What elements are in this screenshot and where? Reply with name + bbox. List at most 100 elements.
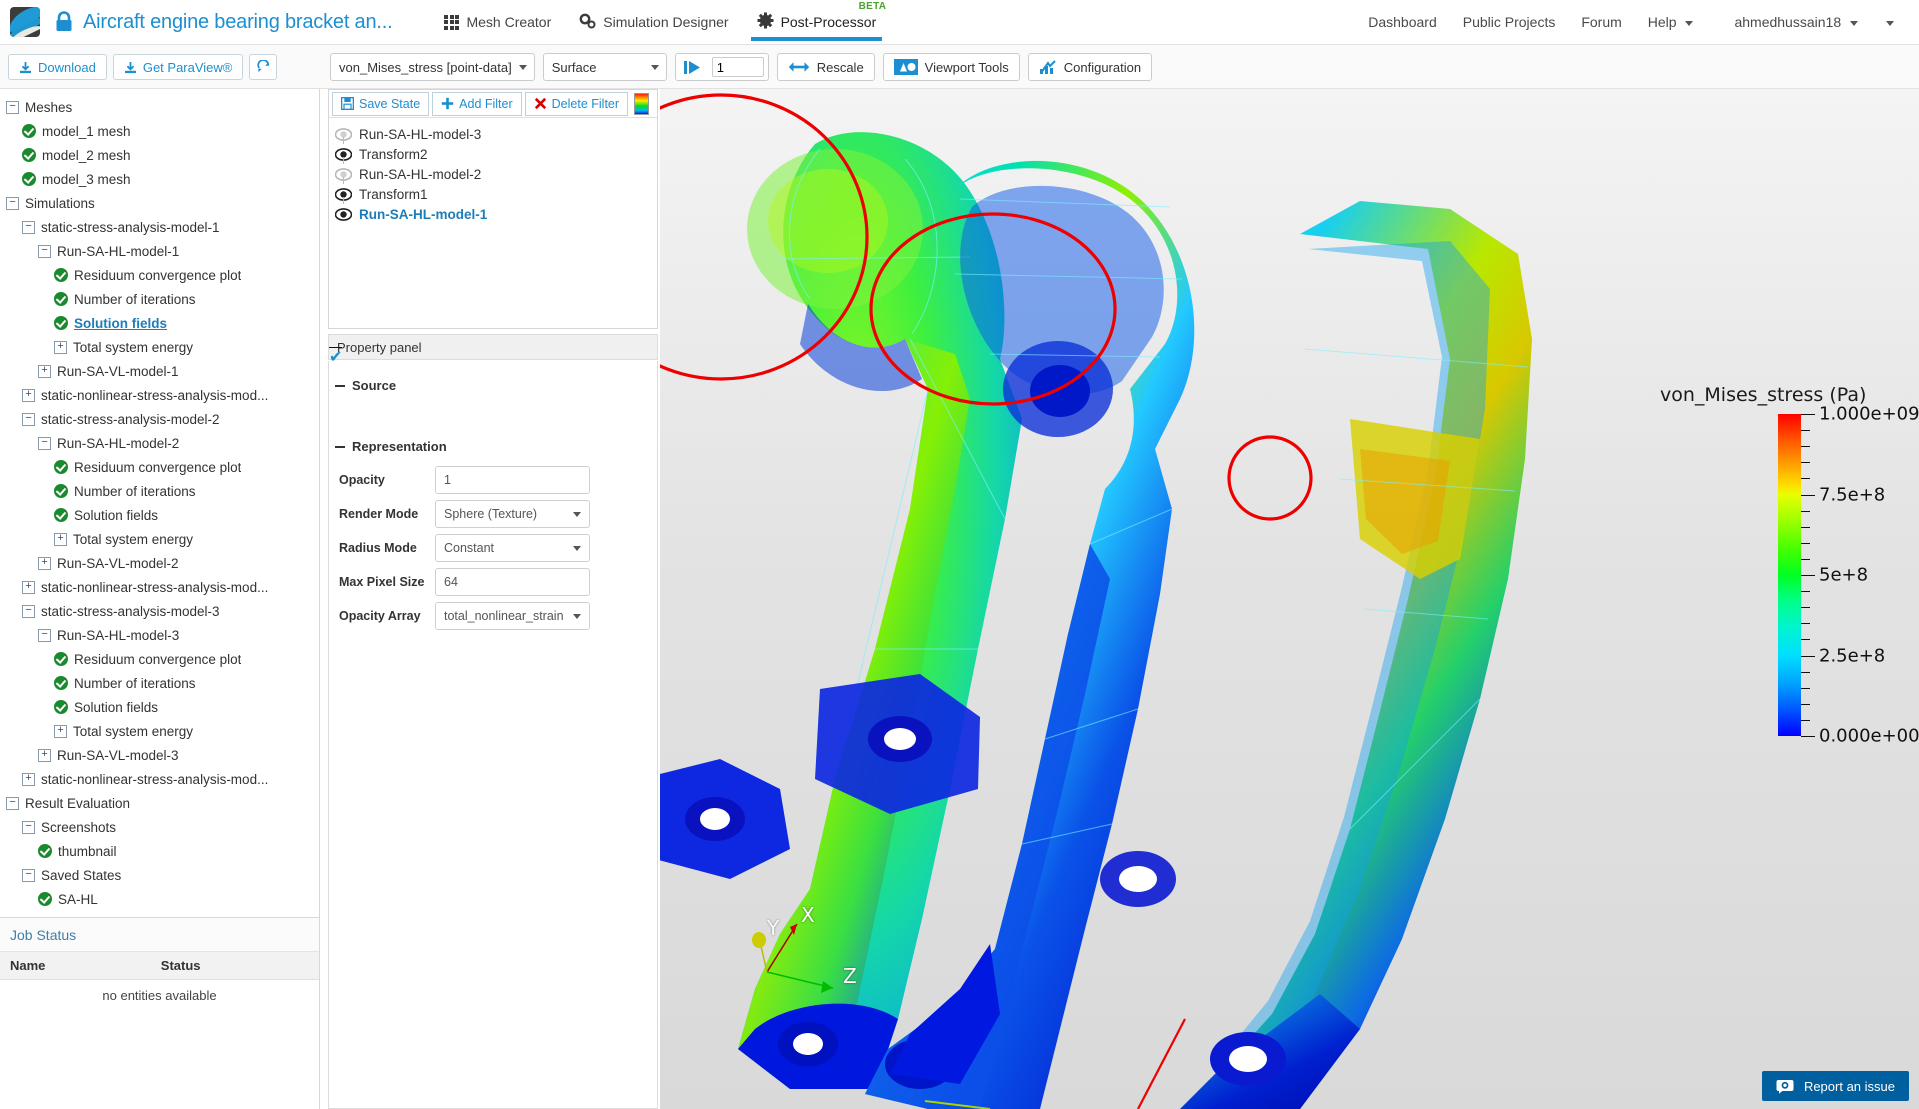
tree-item-total-system-energy[interactable]: +Total system energy [0,335,319,359]
pipeline-item-transform2[interactable]: Transform2 [335,144,657,164]
expand-toggle-icon[interactable]: + [22,773,35,786]
tree-item-meshes[interactable]: −Meshes [0,95,319,119]
tree-item-model-1-mesh[interactable]: model_1 mesh [0,119,319,143]
pipeline-item-run-sa-hl-model-1[interactable]: Run-SA-HL-model-1 [335,204,657,224]
property-input-max-pixel-size[interactable]: 64 [435,568,590,596]
property-select-render-mode[interactable]: Sphere (Texture) [435,500,590,528]
pipeline-item-run-sa-hl-model-3[interactable]: Run-SA-HL-model-3 [335,124,657,144]
tree-item-run-sa-hl-model-1[interactable]: −Run-SA-HL-model-1 [0,239,319,263]
collapse-toggle-icon[interactable]: − [6,101,19,114]
tree-item-static-stress-analysis-model-2[interactable]: −static-stress-analysis-model-2 [0,407,319,431]
close-x-icon [534,97,547,110]
expand-toggle-icon[interactable]: + [38,749,51,762]
tree-item-total-system-energy[interactable]: +Total system energy [0,527,319,551]
configuration-button[interactable]: Configuration [1028,53,1152,81]
pipeline-item-run-sa-hl-model-2[interactable]: Run-SA-HL-model-2 [335,164,657,184]
colormap-swatch-icon[interactable] [634,93,649,115]
expand-toggle-icon[interactable]: + [54,533,67,546]
eye-visible-icon[interactable] [335,208,352,221]
tree-item-run-sa-vl-model-3[interactable]: + Run-SA-VL-model-3 [0,743,319,767]
3d-viewport[interactable]: X Y Z von_Mises_stress (Pa) 1.000e+097.5… [660,89,1919,1109]
tree-item-result-evaluation[interactable]: −Result Evaluation [0,791,319,815]
property-select-opacity-array[interactable]: total_nonlinear_strain [435,602,590,630]
tree-item-sa-hl[interactable]: SA-HL [0,887,319,911]
collapse-toggle-icon[interactable]: − [6,197,19,210]
simscale-logo[interactable] [10,7,40,37]
tree-item-run-sa-hl-model-2[interactable]: −Run-SA-HL-model-2 [0,431,319,455]
collapse-toggle-icon[interactable]: − [22,605,35,618]
expand-toggle-icon[interactable]: + [22,389,35,402]
expand-toggle-icon[interactable]: + [54,725,67,738]
collapse-toggle-icon[interactable]: − [22,821,35,834]
collapse-toggle-icon[interactable]: − [22,869,35,882]
pipeline-item-transform1[interactable]: Transform1 [335,184,657,204]
tree-item-run-sa-hl-model-3[interactable]: −Run-SA-HL-model-3 [0,623,319,647]
expand-toggle-icon[interactable]: + [38,557,51,570]
get-paraview-button[interactable]: Get ParaView® [113,54,244,80]
expand-toggle-icon[interactable]: + [22,581,35,594]
property-section-representation[interactable]: Representation [329,430,657,463]
tree-item-solution-fields[interactable]: Solution fields [0,311,319,335]
property-select-radius-mode[interactable]: Constant [435,534,590,562]
tree-item-run-sa-vl-model-1[interactable]: +Run-SA-VL-model-1 [0,359,319,383]
status-check-icon [54,676,68,690]
axes-orientation-widget[interactable]: X Y Z [745,884,875,994]
property-value: 1 [444,473,451,487]
tree-item-static-nonlinear-stress-analysis-mod[interactable]: +static-nonlinear-stress-analysis-mod... [0,383,319,407]
refresh-button[interactable] [249,54,277,80]
property-input-opacity[interactable]: 1 [435,466,590,494]
tree-item-simulations[interactable]: −Simulations [0,191,319,215]
tree-item-model-3-mesh[interactable]: model_3 mesh [0,167,319,191]
tree-item-residuum-convergence-plot[interactable]: Residuum convergence plot [0,263,319,287]
play-step-icon[interactable] [680,60,708,75]
nav-link-dashboard[interactable]: Dashboard [1355,14,1450,30]
collapse-toggle-icon[interactable]: − [6,797,19,810]
collapse-toggle-icon[interactable]: − [22,221,35,234]
tree-item-number-of-iterations[interactable]: Number of iterations [0,287,319,311]
checkmark-icon[interactable]: ✔ [329,347,342,348]
expand-toggle-icon[interactable]: + [38,365,51,378]
expand-toggle-icon[interactable]: + [54,341,67,354]
collapse-toggle-icon[interactable]: − [38,629,51,642]
tab-simulation-designer[interactable]: Simulation Designer [565,0,742,45]
collapse-toggle-icon[interactable]: − [38,245,51,258]
tree-item-label: Run-SA-VL-model-3 [57,748,179,763]
timestep-input[interactable] [712,57,764,77]
nav-link-public-projects[interactable]: Public Projects [1450,14,1569,30]
user-menu[interactable]: ahmedhussain18 [1706,14,1868,30]
viewport-tools-button[interactable]: Viewport Tools [883,53,1020,81]
tree-item-run-sa-vl-model-2[interactable]: +Run-SA-VL-model-2 [0,551,319,575]
tree-item-screenshots[interactable]: −Screenshots [0,815,319,839]
rescale-button[interactable]: Rescale [777,53,875,81]
tree-item-number-of-iterations[interactable]: Number of iterations [0,671,319,695]
delete-filter-button[interactable]: Delete Filter [525,92,628,116]
tree-item-solution-fields[interactable]: Solution fields [0,503,319,527]
tree-item-static-nonlinear-stress-analysis-mod[interactable]: +static-nonlinear-stress-analysis-mod... [0,767,319,791]
tree-item-solution-fields[interactable]: Solution fields [0,695,319,719]
download-button[interactable]: Download [8,54,107,80]
nav-link-help[interactable]: Help [1635,14,1707,30]
tab-post-processor[interactable]: Post-Processor BETA [743,0,891,45]
nav-link-forum[interactable]: Forum [1568,14,1634,30]
tree-item-static-stress-analysis-model-1[interactable]: −static-stress-analysis-model-1 [0,215,319,239]
tree-item-total-system-energy[interactable]: +Total system energy [0,719,319,743]
tree-item-static-stress-analysis-model-3[interactable]: −static-stress-analysis-model-3 [0,599,319,623]
tree-item-residuum-convergence-plot[interactable]: Residuum convergence plot [0,455,319,479]
tree-item-static-nonlinear-stress-analysis-mod[interactable]: +static-nonlinear-stress-analysis-mod... [0,575,319,599]
tree-item-model-2-mesh[interactable]: model_2 mesh [0,143,319,167]
add-filter-button[interactable]: Add Filter [432,92,522,116]
tab-mesh-creator[interactable]: Mesh Creator [430,0,565,45]
report-issue-button[interactable]: Report an issue [1762,1071,1909,1101]
collapse-toggle-icon[interactable]: − [22,413,35,426]
tree-item-saved-states[interactable]: −Saved States [0,863,319,887]
save-state-button[interactable]: Save State [332,92,429,116]
tree-item-residuum-convergence-plot[interactable]: Residuum convergence plot [0,647,319,671]
overflow-menu[interactable] [1868,14,1907,30]
tree-item-thumbnail[interactable]: thumbnail [0,839,319,863]
property-section-source[interactable]: Source [329,369,657,402]
tree-item-number-of-iterations[interactable]: Number of iterations [0,479,319,503]
collapse-toggle-icon[interactable]: − [38,437,51,450]
representation-select[interactable]: Surface [543,53,667,81]
field-select[interactable]: von_Mises_stress [point-data] [330,53,535,81]
tab-post-processor-label: Post-Processor [781,14,877,30]
